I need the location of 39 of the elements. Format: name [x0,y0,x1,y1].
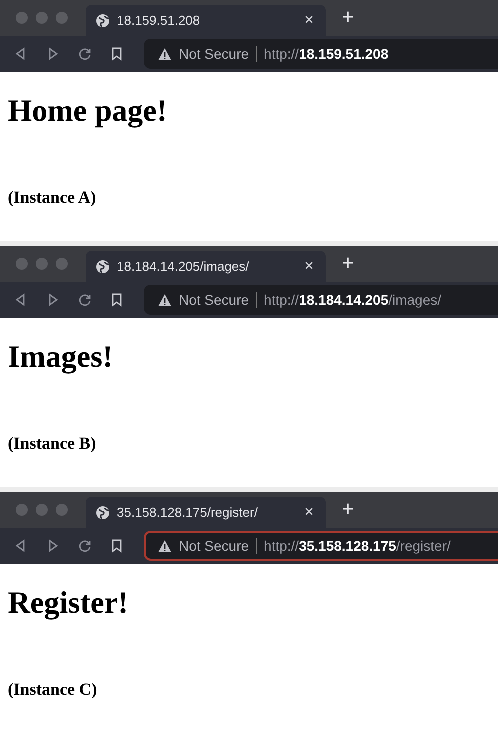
browser-tab[interactable]: 35.158.128.175/register/ × [86,497,326,528]
reload-icon [78,47,92,61]
page-heading: Home page! [8,92,168,130]
close-tab-button[interactable]: × [300,504,318,522]
globe-icon [96,14,110,28]
warning-icon [158,540,172,552]
address-bar[interactable]: Not Secure http://18.184.14.205/images/ [144,285,498,315]
reload-icon [78,539,92,553]
security-label: Not Secure [179,292,250,308]
address-bar[interactable]: Not Secure http://18.159.51.208 [144,39,498,69]
security-label: Not Secure [179,538,250,554]
new-tab-button[interactable]: + [338,252,358,276]
browser-tab[interactable]: 18.184.14.205/images/ × [86,251,326,282]
bookmark-icon [110,539,124,553]
instance-label: (Instance B) [8,434,98,454]
close-tab-button[interactable]: × [300,12,318,30]
bookmark-icon [110,293,124,307]
warning-icon [158,294,172,306]
globe-icon [96,506,110,520]
tab-title: 18.184.14.205/images/ [117,259,250,274]
reload-icon [78,293,92,307]
security-label: Not Secure [179,46,250,62]
new-tab-button[interactable]: + [338,6,358,30]
page-heading: Register! [8,584,130,622]
address-bar[interactable]: Not Secure http://35.158.128.175/register/ [144,531,498,561]
page-heading: Images! [8,338,114,376]
globe-icon [96,260,110,274]
url-text: http://18.159.51.208 [264,46,389,62]
warning-icon [158,48,172,60]
bookmark-icon [110,47,124,61]
instance-label: (Instance A) [8,188,98,208]
url-text: http://18.184.14.205/images/ [264,292,442,308]
new-tab-button[interactable]: + [338,498,358,522]
browser-tab[interactable]: 18.159.51.208 × [86,5,326,36]
url-text: http://35.158.128.175/register/ [264,538,451,554]
instance-label: (Instance C) [8,680,98,700]
tab-title: 35.158.128.175/register/ [117,505,259,520]
close-tab-button[interactable]: × [300,258,318,276]
tab-title: 18.159.51.208 [117,13,202,28]
